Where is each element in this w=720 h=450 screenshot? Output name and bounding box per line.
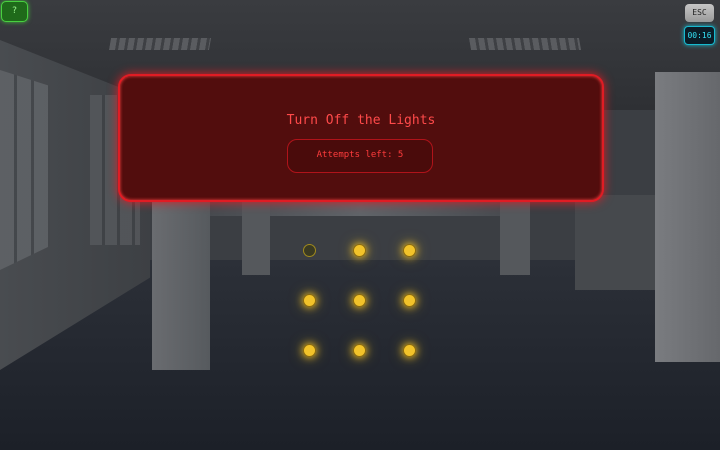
light-r2-c1[interactable] bbox=[303, 294, 316, 307]
pillar bbox=[242, 200, 270, 275]
light-r1-c1[interactable] bbox=[303, 244, 316, 257]
light-r3-c3[interactable] bbox=[403, 344, 416, 357]
wall-unit bbox=[655, 72, 720, 362]
timer-display: 00:16 bbox=[684, 26, 715, 45]
ceiling-light bbox=[468, 38, 582, 50]
pillar bbox=[500, 195, 530, 275]
left-window bbox=[0, 70, 50, 270]
pillar bbox=[152, 185, 210, 370]
puzzle-dialog: Turn Off the Lights Attempts left: 5 bbox=[118, 74, 604, 202]
light-r1-c2[interactable] bbox=[353, 244, 366, 257]
light-r2-c2[interactable] bbox=[353, 294, 366, 307]
puzzle-title: Turn Off the Lights bbox=[286, 113, 436, 128]
attempts-counter: Attempts left: 5 bbox=[287, 139, 433, 173]
light-r2-c3[interactable] bbox=[403, 294, 416, 307]
office-background bbox=[0, 0, 720, 450]
help-button[interactable]: ? bbox=[1, 1, 28, 22]
ceiling-light bbox=[108, 38, 212, 50]
right-column bbox=[575, 195, 655, 290]
esc-button[interactable]: ESC bbox=[685, 4, 714, 22]
light-r1-c3[interactable] bbox=[403, 244, 416, 257]
light-r3-c2[interactable] bbox=[353, 344, 366, 357]
light-r3-c1[interactable] bbox=[303, 344, 316, 357]
